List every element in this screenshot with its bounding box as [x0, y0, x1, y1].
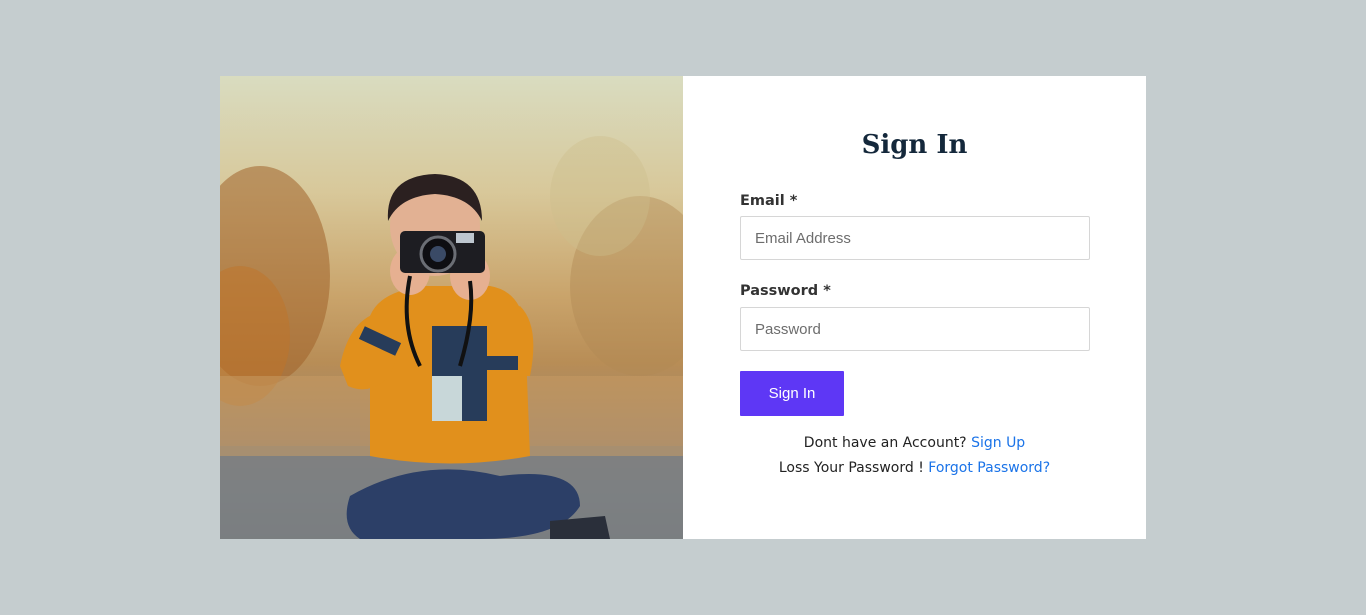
sign-in-card: Sign In Email * Password * Sign In Dont … [220, 76, 1146, 539]
password-field[interactable] [740, 307, 1090, 351]
forgot-password-link[interactable]: Forgot Password? [928, 460, 1050, 476]
password-label: Password * [740, 283, 831, 299]
email-field[interactable] [740, 216, 1090, 260]
signup-prompt: Dont have an Account? [803, 435, 967, 451]
sign-up-link[interactable]: Sign Up [971, 435, 1025, 451]
sign-in-form: Sign In Email * Password * Sign In Dont … [683, 76, 1146, 539]
hero-photo [220, 76, 683, 539]
signup-row: Dont have an Account? Sign Up [683, 435, 1146, 451]
forgot-row: Loss Your Password ! Forgot Password? [683, 460, 1146, 476]
page-title: Sign In [861, 130, 968, 160]
forgot-prompt: Loss Your Password ! [778, 460, 924, 476]
sign-in-button[interactable]: Sign In [740, 371, 844, 416]
email-label: Email * [740, 193, 798, 209]
photographer-illustration [220, 136, 683, 539]
